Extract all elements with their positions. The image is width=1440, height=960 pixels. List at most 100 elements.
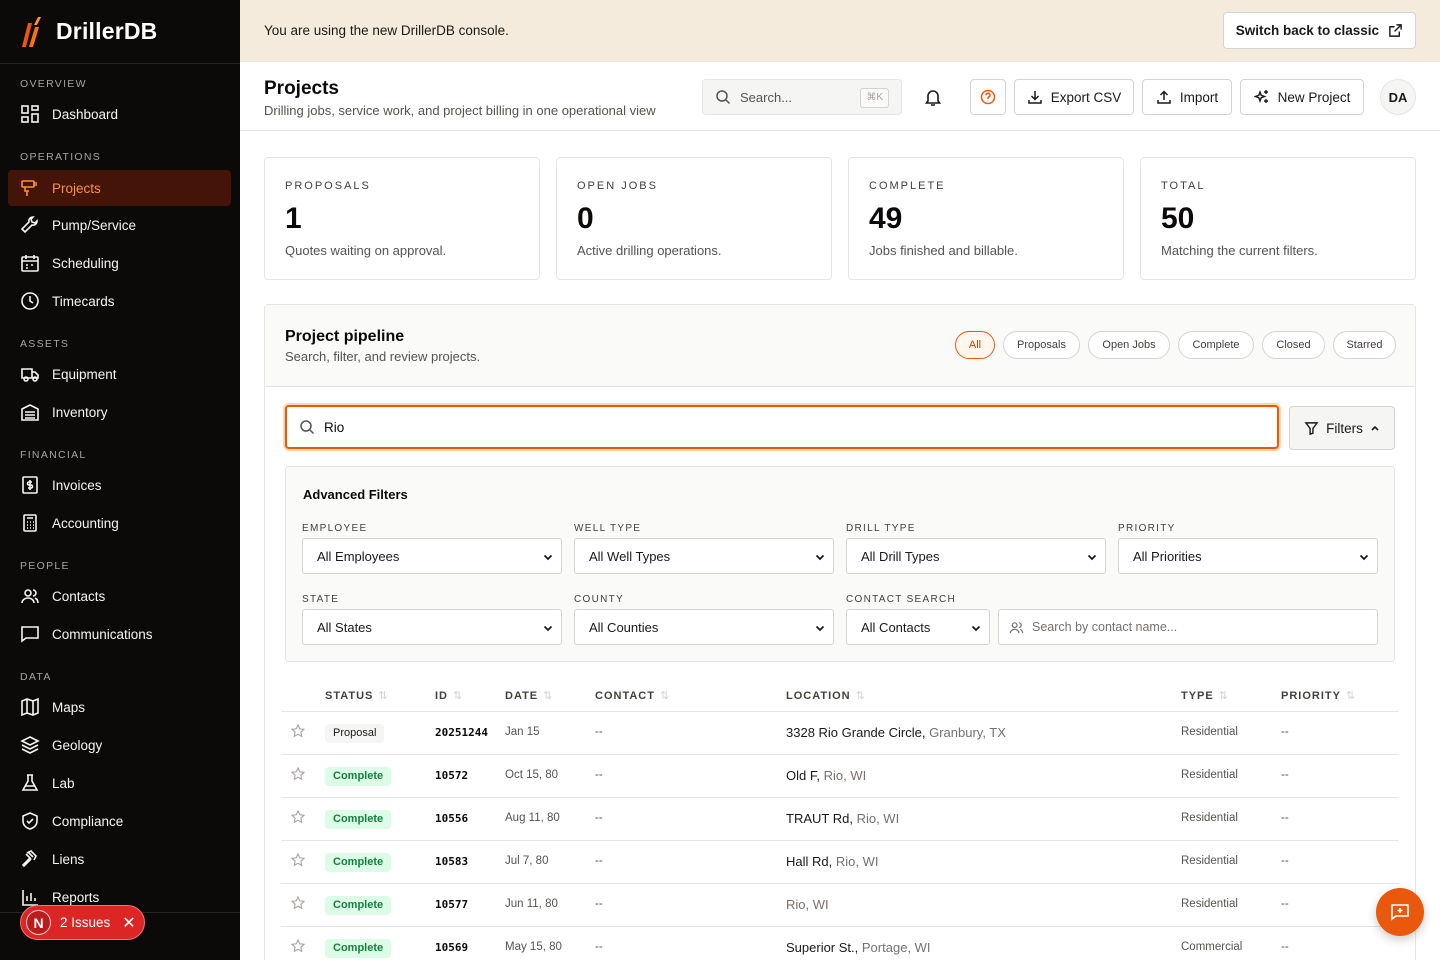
- table-row[interactable]: Complete 10577 Jun 11, 80 -- Rio, WI Res…: [281, 884, 1399, 927]
- chip-all[interactable]: All: [955, 331, 995, 359]
- column-header-contact[interactable]: CONTACT ⇅: [595, 689, 670, 702]
- column-header-priority[interactable]: PRIORITY ⇅: [1281, 689, 1356, 702]
- sidebar-item-pump-service[interactable]: Pump/Service: [8, 207, 231, 243]
- chevron-down-icon: [815, 625, 825, 632]
- new-project-label: New Project: [1277, 89, 1351, 105]
- project-contact: --: [595, 898, 603, 910]
- sidebar-item-liens[interactable]: Liens: [8, 841, 231, 877]
- star-icon[interactable]: [291, 724, 305, 738]
- bell-icon[interactable]: [923, 87, 943, 107]
- well-type-select[interactable]: All Well Types: [574, 538, 834, 574]
- column-header-status[interactable]: STATUS ⇅: [325, 689, 389, 702]
- employee-select[interactable]: All Employees: [302, 538, 562, 574]
- contact-select[interactable]: All Contacts: [846, 609, 990, 645]
- project-id[interactable]: 20251244: [435, 726, 488, 739]
- chip-starred[interactable]: Starred: [1333, 331, 1396, 359]
- sidebar-item-label: Inventory: [52, 404, 108, 420]
- sidebar-item-inventory[interactable]: Inventory: [8, 394, 231, 430]
- sidebar-item-projects[interactable]: Projects: [8, 170, 231, 206]
- column-header-id[interactable]: ID ⇅: [435, 689, 463, 702]
- sidebar-item-label: Reports: [52, 889, 100, 905]
- sidebar-item-scheduling[interactable]: Scheduling: [8, 245, 231, 281]
- star-icon[interactable]: [291, 767, 305, 781]
- project-id[interactable]: 10569: [435, 941, 468, 954]
- nav-section-financial: FINANCIAL: [20, 449, 87, 461]
- location-city: Granbury, TX: [929, 725, 1006, 740]
- layers-icon: [20, 736, 40, 754]
- column-header-date[interactable]: DATE ⇅: [505, 689, 553, 702]
- column-header-location[interactable]: LOCATION ⇅: [786, 689, 866, 702]
- table-row[interactable]: Proposal 20251244 Jan 15 -- 3328 Rio Gra…: [281, 712, 1399, 755]
- sidebar-item-geology[interactable]: Geology: [8, 727, 231, 763]
- sidebar-item-maps[interactable]: Maps: [8, 689, 231, 725]
- project-date: Oct 15, 80: [505, 769, 559, 781]
- new-project-button[interactable]: New Project: [1240, 79, 1364, 115]
- select-value: All Employees: [317, 548, 400, 564]
- sidebar-item-compliance[interactable]: Compliance: [8, 803, 231, 839]
- drillerdb-logo-icon: [22, 16, 41, 47]
- drill-type-select[interactable]: All Drill Types: [846, 538, 1106, 574]
- project-pipeline: Project pipeline Search, filter, and rev…: [264, 304, 1416, 960]
- chip-complete[interactable]: Complete: [1178, 331, 1254, 359]
- sidebar-item-contacts[interactable]: Contacts: [8, 578, 231, 614]
- import-button[interactable]: Import: [1142, 79, 1232, 115]
- chip-closed[interactable]: Closed: [1262, 331, 1325, 359]
- chip-open-jobs[interactable]: Open Jobs: [1088, 331, 1170, 359]
- table-row[interactable]: Complete 10556 Aug 11, 80 -- TRAUT Rd, R…: [281, 798, 1399, 841]
- pipeline-subtitle: Search, filter, and review projects.: [285, 349, 481, 364]
- search-icon: [300, 420, 315, 435]
- project-priority: --: [1281, 941, 1289, 953]
- column-label: TYPE: [1181, 690, 1214, 702]
- table-row[interactable]: Complete 10569 May 15, 80 -- Superior St…: [281, 927, 1399, 960]
- project-id[interactable]: 10556: [435, 812, 468, 825]
- project-id[interactable]: 10583: [435, 855, 468, 868]
- county-select[interactable]: All Counties: [574, 609, 834, 645]
- sidebar-item-accounting[interactable]: Accounting: [8, 505, 231, 541]
- avatar[interactable]: DA: [1380, 79, 1416, 115]
- project-id[interactable]: 10572: [435, 769, 468, 782]
- issues-pill[interactable]: N 2 Issues ✕: [20, 905, 145, 940]
- switch-classic-button[interactable]: Switch back to classic: [1222, 12, 1416, 49]
- table-row[interactable]: Complete 10572 Oct 15, 80 -- Old F, Rio,…: [281, 755, 1399, 798]
- flask-icon: [21, 774, 39, 791]
- sidebar-item-invoices[interactable]: Invoices: [8, 467, 231, 503]
- filter-label: EMPLOYEE: [302, 523, 368, 534]
- location-city: Rio, WI: [835, 854, 879, 869]
- priority-select[interactable]: All Priorities: [1118, 538, 1378, 574]
- sidebar-item-communications[interactable]: Communications: [8, 616, 231, 652]
- brand-name: DrillerDB: [56, 18, 158, 44]
- stat-value: 1: [285, 202, 302, 235]
- stat-description: Jobs finished and billable.: [869, 243, 1018, 258]
- sidebar-item-equipment[interactable]: Equipment: [8, 356, 231, 392]
- chat-fab-button[interactable]: [1376, 888, 1424, 936]
- contact-search-input[interactable]: Search by contact name...: [998, 609, 1378, 645]
- filter-label: WELL TYPE: [574, 523, 642, 534]
- star-icon[interactable]: [291, 810, 305, 824]
- close-icon[interactable]: ✕: [122, 913, 135, 933]
- project-id[interactable]: 10577: [435, 898, 468, 911]
- project-date: Jul 7, 80: [505, 855, 549, 867]
- sidebar-item-dashboard[interactable]: Dashboard: [8, 96, 231, 132]
- sidebar-item-timecards[interactable]: Timecards: [8, 283, 231, 319]
- sort-icon: ⇅: [453, 690, 464, 702]
- chevron-down-icon: [815, 554, 825, 561]
- star-icon[interactable]: [291, 853, 305, 867]
- export-csv-button[interactable]: Export CSV: [1014, 79, 1134, 115]
- sidebar-item-lab[interactable]: Lab: [8, 765, 231, 801]
- sidebar-item-label: Maps: [52, 699, 86, 715]
- warehouse-icon: [21, 404, 39, 421]
- star-icon[interactable]: [291, 939, 305, 953]
- project-priority: --: [1281, 769, 1289, 781]
- project-search-input[interactable]: Rio: [285, 405, 1279, 449]
- state-select[interactable]: All States: [302, 609, 562, 645]
- star-icon[interactable]: [291, 896, 305, 910]
- global-search-input[interactable]: Search... ⌘K: [702, 79, 902, 115]
- table-row[interactable]: Complete 10583 Jul 7, 80 -- Hall Rd, Rio…: [281, 841, 1399, 884]
- brand[interactable]: DrillerDB: [0, 0, 240, 64]
- filters-toggle-button[interactable]: Filters: [1289, 406, 1395, 450]
- location-street: TRAUT Rd,: [786, 811, 853, 826]
- column-header-type[interactable]: TYPE ⇅: [1181, 689, 1229, 702]
- project-type: Residential: [1181, 812, 1238, 824]
- chip-proposals[interactable]: Proposals: [1003, 331, 1080, 359]
- help-button[interactable]: [970, 79, 1006, 115]
